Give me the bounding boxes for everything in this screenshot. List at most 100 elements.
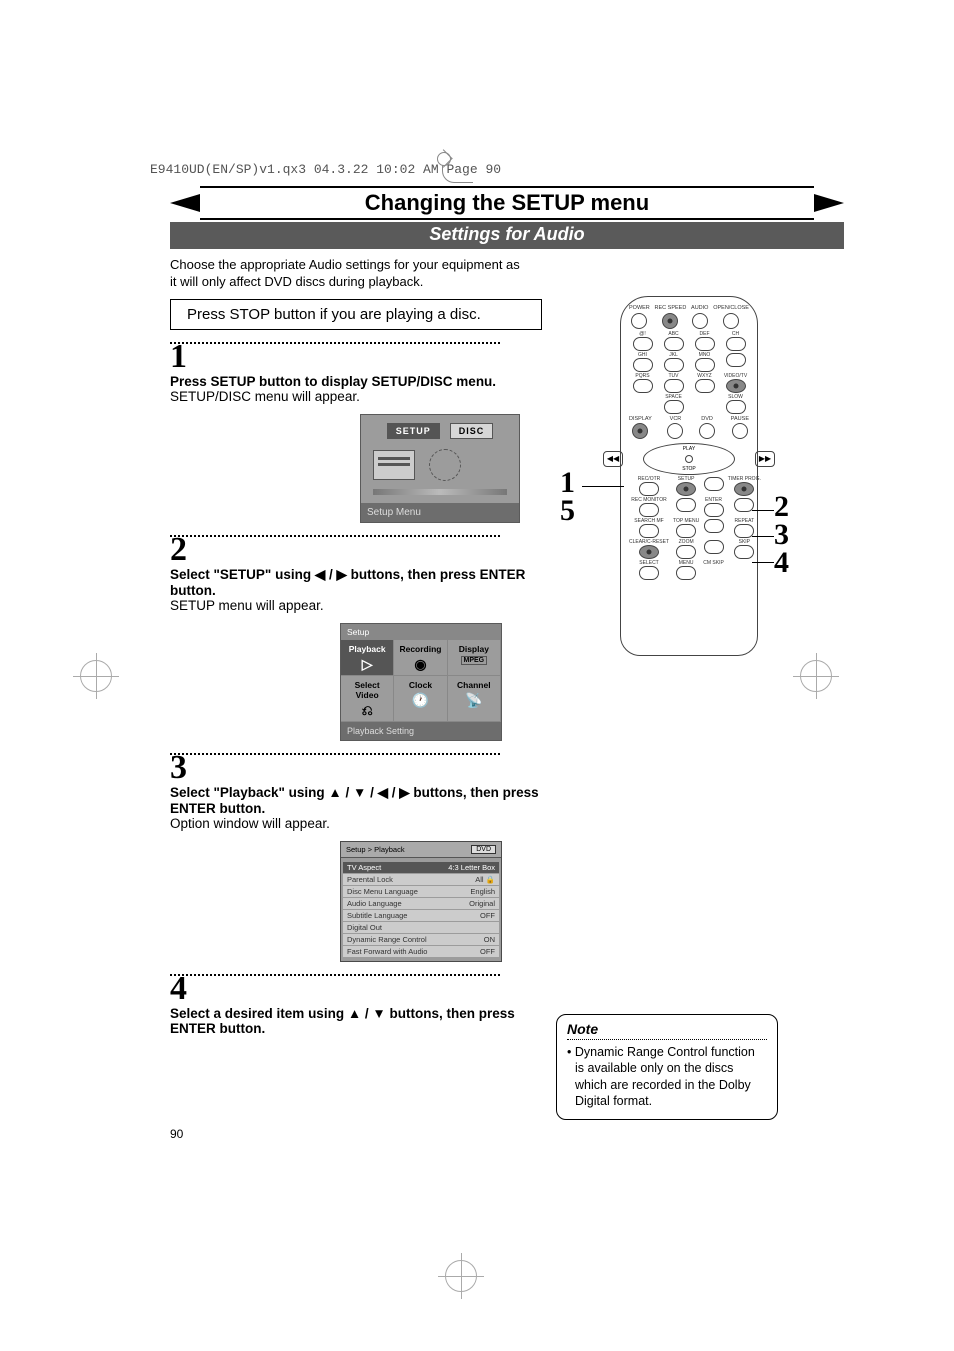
screenshot-caption: Playback Setting: [341, 722, 501, 740]
step-heading: Press SETUP button to display SETUP/DISC…: [170, 374, 540, 389]
key-2-icon: [664, 337, 684, 351]
setup-cell-display: DisplayMPEG: [448, 640, 501, 676]
cable-icon: ⎌: [343, 702, 391, 719]
ch-down-icon: [726, 353, 746, 367]
setup-cell-recording: Recording◉: [394, 640, 447, 676]
row-digital-out: Digital Out: [343, 922, 499, 933]
step-body: SETUP menu will appear.: [170, 598, 540, 613]
skip-next-icon: [734, 545, 754, 559]
pre-notice-box: Press STOP button if you are playing a d…: [170, 299, 542, 330]
rec-speed-label: REC SPEED: [655, 306, 687, 312]
screenshot-caption: Setup Menu: [361, 503, 519, 522]
remote-body: POWER REC SPEED AUDIO OPEN/CLOSE @! ABC …: [620, 296, 758, 656]
print-registration-mark: [442, 158, 473, 183]
step-heading: Select "Playback" using ▲ / ▼ / ◀ / ▶ bu…: [170, 785, 540, 816]
manual-page: E9410UD(EN/SP)v1.qx3 04.3.22 10:02 AM Pa…: [0, 0, 954, 1351]
page-number: 90: [170, 1127, 183, 1141]
row-disc-menu-language: Disc Menu LanguageEnglish: [343, 886, 499, 897]
playback-rows: TV Aspect4:3 Letter Box Parental LockAll…: [341, 858, 501, 961]
timer-prog-icon: [734, 482, 754, 496]
audio-button-icon: [692, 313, 708, 329]
step-heading: Select "SETUP" using ◀ / ▶ buttons, then…: [170, 567, 540, 598]
crop-mark-bottom: [445, 1260, 477, 1292]
video-tv-icon: [726, 379, 746, 393]
key-6-icon: [695, 358, 715, 372]
rewind-icon: ◀◀: [603, 451, 623, 467]
crop-mark-left: [80, 660, 112, 692]
audio-label: AUDIO: [691, 306, 708, 312]
key-7-icon: [633, 379, 653, 393]
row-tv-aspect: TV Aspect4:3 Letter Box: [343, 862, 499, 873]
dvd-button-icon: [699, 423, 715, 439]
slow-button-icon: [726, 400, 746, 414]
key-3-icon: [695, 337, 715, 351]
power-button-icon: [631, 313, 647, 329]
zoom-icon: [676, 545, 696, 559]
display-button-icon: [632, 423, 648, 439]
key-8-icon: [664, 379, 684, 393]
pause-button-icon: [732, 423, 748, 439]
setup-preview-icon: [373, 450, 415, 480]
vcr-button-icon: [667, 423, 683, 439]
up-arrow-icon: [704, 477, 724, 491]
step-3: 3 Select "Playback" using ▲ / ▼ / ◀ / ▶ …: [170, 751, 844, 962]
enter-button-icon: [704, 503, 724, 517]
left-arrow-icon: [676, 498, 696, 512]
page-title: Changing the SETUP menu: [200, 186, 814, 220]
play-triangle-icon: ▷: [343, 656, 391, 673]
clear-button-icon: [639, 545, 659, 559]
key-4-icon: [633, 358, 653, 372]
ch-up-icon: [726, 337, 746, 351]
intro-text: Choose the appropriate Audio settings fo…: [170, 257, 520, 291]
remote-transport-row: DISPLAY VCR DVD PAUSE: [629, 417, 749, 440]
step-body: Option window will appear.: [170, 816, 540, 831]
callout-5: 5: [560, 494, 575, 528]
playback-settings-screenshot: Setup > Playback DVD TV Aspect4:3 Letter…: [340, 841, 502, 962]
rec-otr-icon: [639, 482, 659, 496]
antenna-icon: 📡: [450, 692, 498, 709]
row-drc: Dynamic Range ControlON: [343, 934, 499, 945]
row-audio-language: Audio LanguageOriginal: [343, 898, 499, 909]
callout-line-right-3: [752, 562, 774, 563]
step-body: SETUP/DISC menu will appear.: [170, 389, 540, 404]
title-arrow-left-icon: [170, 194, 200, 212]
setup-tab: SETUP: [387, 423, 440, 439]
callout-line-right-1: [752, 510, 774, 511]
mpeg-chip-icon: MPEG: [461, 656, 488, 665]
remote-illustration: POWER REC SPEED AUDIO OPEN/CLOSE @! ABC …: [560, 296, 790, 656]
title-arrow-right-icon: [814, 194, 844, 212]
note-divider: [567, 1039, 767, 1040]
menu-button-icon: [676, 566, 696, 580]
fast-forward-icon: ▶▶: [755, 451, 775, 467]
search-mf-icon: [639, 524, 659, 538]
rec-speed-button-icon: [662, 313, 678, 329]
callout-4: 4: [774, 546, 789, 580]
callout-line-right-2: [752, 536, 774, 537]
setup-cell-channel: Channel📡: [448, 676, 501, 722]
key-1-icon: [633, 337, 653, 351]
setup-button-icon: [676, 482, 696, 496]
open-close-button-icon: [723, 313, 739, 329]
note-box: Note • Dynamic Range Control function is…: [556, 1014, 778, 1120]
breadcrumb: Setup > Playback: [346, 845, 405, 854]
step-number: 4: [170, 972, 844, 1006]
mode-chip: DVD: [471, 845, 496, 854]
section-title: Settings for Audio: [170, 222, 844, 249]
note-body: • Dynamic Range Control function is avai…: [567, 1044, 767, 1109]
rec-monitor-icon: [639, 503, 659, 517]
clock-icon: 🕐: [396, 692, 444, 709]
remote-keypad: @! ABC DEF CH GHI JKL MNO PQRS TUV WXYZ …: [629, 332, 749, 414]
step-number: 3: [170, 751, 844, 785]
disc-preview-icon: [429, 449, 461, 481]
record-dot-icon: ◉: [396, 656, 444, 673]
key-9-icon: [695, 379, 715, 393]
key-0-icon: [664, 400, 684, 414]
row-parental-lock: Parental LockAll 🔒: [343, 874, 499, 885]
crop-mark-right: [800, 660, 832, 692]
setup-cells: Playback▷ Recording◉ DisplayMPEG Select …: [341, 640, 501, 722]
remote-top-row: POWER REC SPEED AUDIO OPEN/CLOSE: [629, 306, 749, 329]
disc-tab: DISC: [450, 423, 494, 439]
note-title: Note: [567, 1021, 767, 1037]
callout-line-left: [582, 486, 624, 487]
step-heading: Select a desired item using ▲ / ▼ button…: [170, 1006, 540, 1036]
